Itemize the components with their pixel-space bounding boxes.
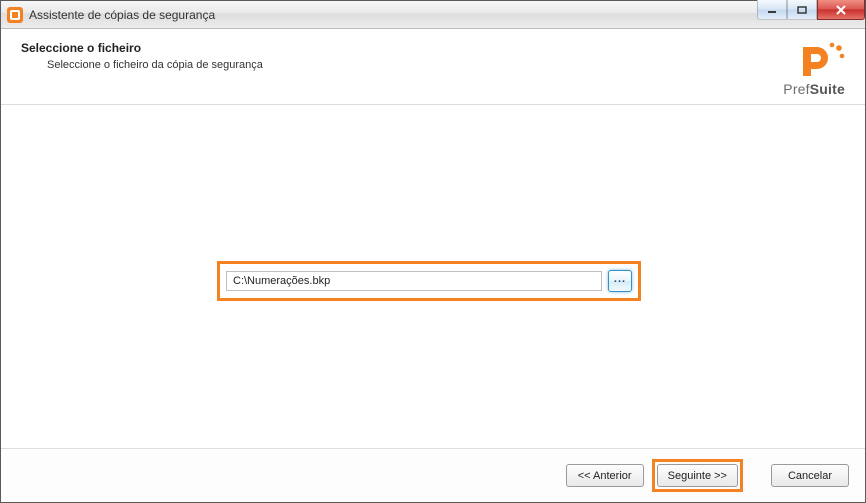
wizard-footer: << Anterior Seguinte >> Cancelar	[1, 448, 865, 502]
prefsuite-logo-icon	[799, 41, 845, 77]
brand-name-prefix: Pref	[783, 81, 809, 97]
window-title: Assistente de cópias de segurança	[29, 8, 215, 22]
header-text-block: Seleccione o ficheiro Seleccione o fiche…	[21, 41, 783, 71]
brand-logo: PrefSuite	[783, 41, 845, 96]
brand-name-suffix: Suite	[810, 81, 845, 97]
ellipsis-icon: ...	[614, 273, 626, 285]
wizard-header: Seleccione o ficheiro Seleccione o fiche…	[1, 29, 865, 105]
wizard-window: Assistente de cópias de segurança Selecc…	[0, 0, 866, 503]
close-icon	[835, 5, 847, 15]
close-button[interactable]	[817, 0, 865, 20]
maximize-button[interactable]	[787, 0, 817, 20]
titlebar: Assistente de cópias de segurança	[1, 1, 865, 29]
page-title: Seleccione o ficheiro	[21, 41, 783, 55]
minimize-button[interactable]	[757, 0, 787, 20]
page-subtitle: Seleccione o ficheiro da cópia de segura…	[47, 59, 783, 71]
brand-name: PrefSuite	[783, 82, 845, 96]
window-controls	[757, 0, 865, 20]
previous-button[interactable]: << Anterior	[566, 464, 644, 487]
wizard-content: ...	[1, 105, 865, 448]
file-path-input[interactable]	[226, 271, 602, 291]
next-button-highlight: Seguinte >>	[652, 459, 743, 492]
file-select-row: ...	[217, 261, 641, 301]
minimize-icon	[767, 6, 777, 14]
next-button[interactable]: Seguinte >>	[657, 464, 738, 487]
maximize-icon	[797, 6, 807, 14]
app-icon	[7, 7, 23, 23]
browse-button[interactable]: ...	[608, 270, 632, 292]
cancel-button[interactable]: Cancelar	[771, 464, 849, 487]
